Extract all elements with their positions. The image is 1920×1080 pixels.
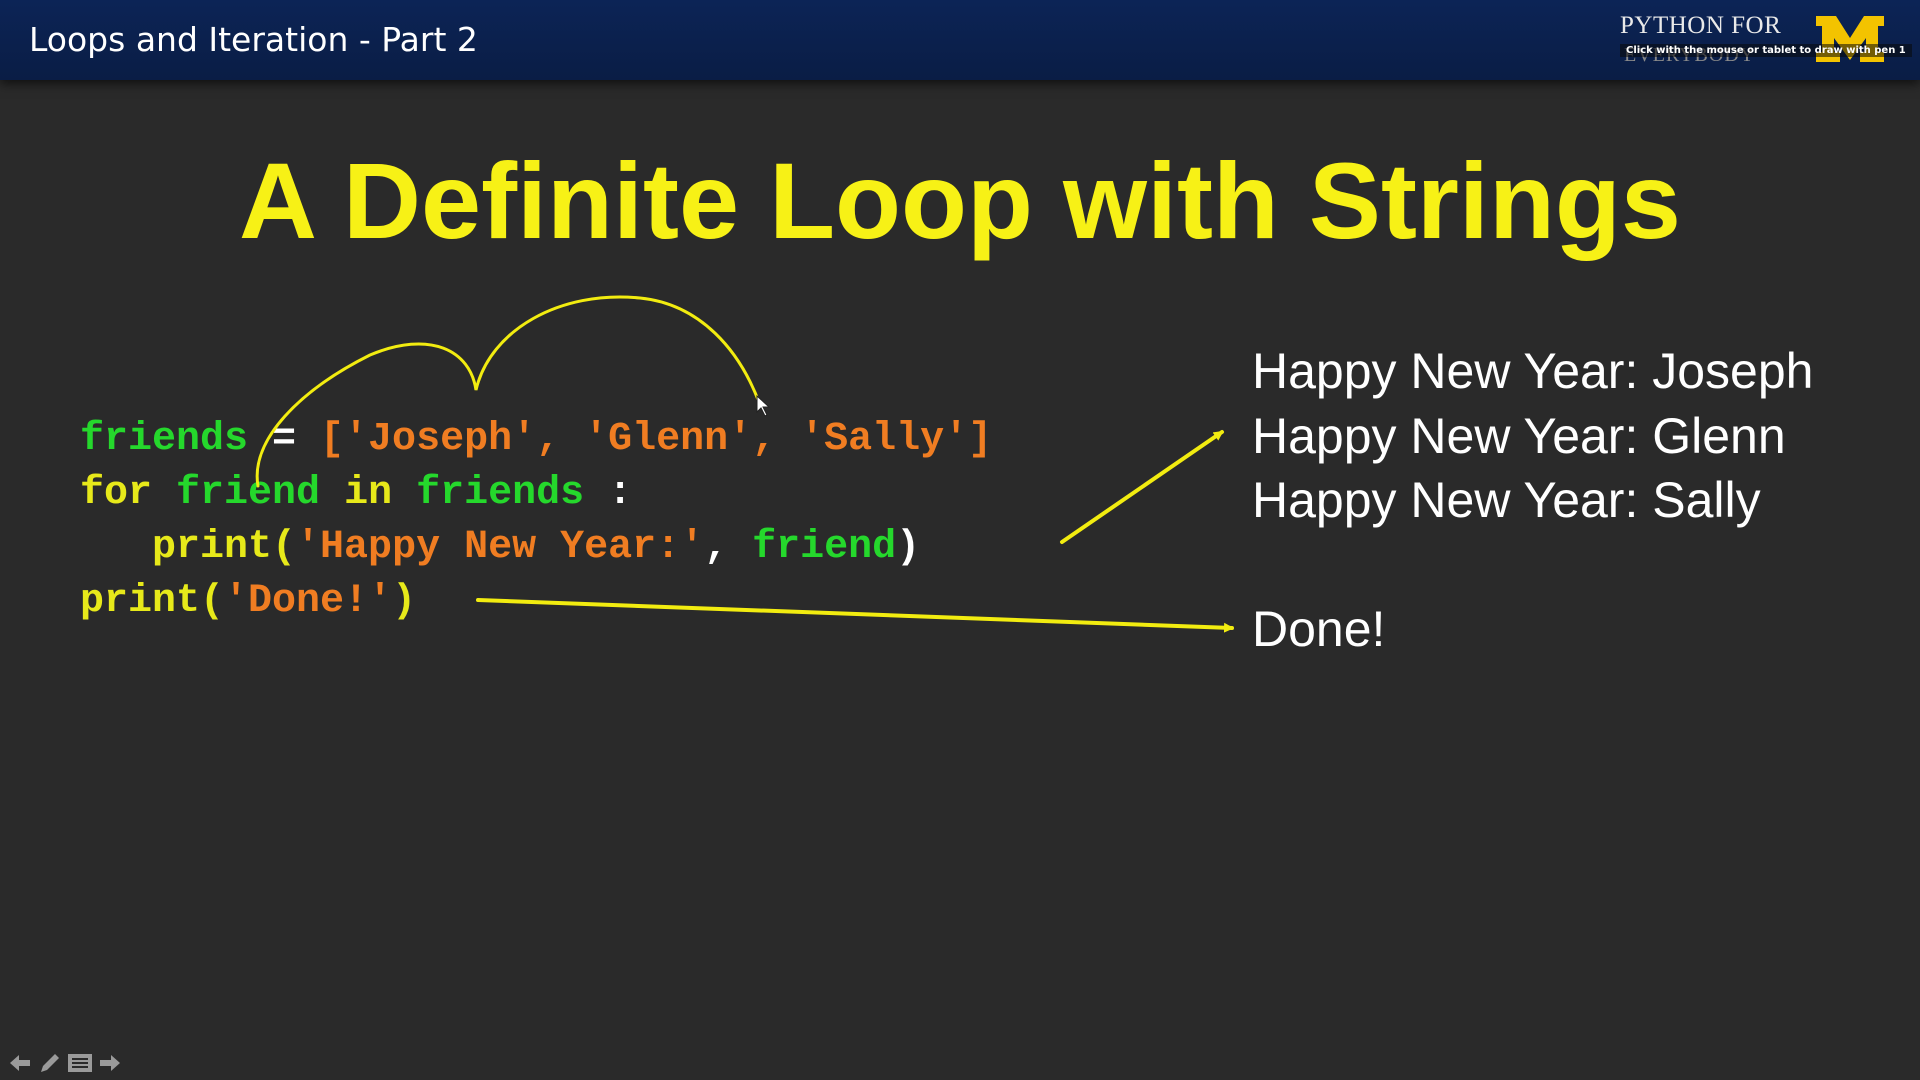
code-token: ) [392, 579, 417, 624]
output-line: Happy New Year: Joseph [1252, 343, 1814, 399]
code-token: friend [176, 471, 321, 516]
slide-navigation [6, 1050, 124, 1076]
brand-block: PYTHON FOR EVERYBODY [1618, 10, 1888, 70]
brand-text: PYTHON FOR [1620, 12, 1782, 39]
code-token: friends [416, 471, 585, 516]
code-token: friend [752, 525, 897, 570]
code-token: , [704, 525, 753, 570]
arrow-left-icon[interactable] [6, 1050, 34, 1076]
code-line-2: for friend in friends : [80, 474, 632, 514]
code-token: for [80, 471, 153, 516]
output-line: Happy New Year: Glenn [1252, 408, 1786, 464]
annotation-done-arrow [476, 598, 1234, 633]
michigan-m-logo [1816, 16, 1884, 62]
menu-icon[interactable] [66, 1050, 94, 1076]
code-token: : [584, 471, 633, 516]
pen-icon[interactable] [36, 1050, 64, 1076]
code-token: 'Happy New Year:' [296, 525, 705, 570]
code-line-4: print('Done!') [80, 582, 416, 622]
code-token: in [344, 471, 393, 516]
annotation-output-arrow [1060, 430, 1224, 544]
arrow-right-icon[interactable] [96, 1050, 124, 1076]
lecture-title: Loops and Iteration - Part 2 [29, 20, 478, 59]
code-token: print( [152, 525, 297, 570]
code-line-1: friends = ['Joseph', 'Glenn', 'Sally'] [80, 420, 992, 460]
code-token: ['Joseph', 'Glenn', 'Sally'] [320, 417, 993, 462]
code-token: 'Done!' [224, 579, 393, 624]
header-bar: Loops and Iteration - Part 2 PYTHON FOR … [0, 0, 1920, 80]
slide-title: A Definite Loop with Strings [239, 140, 1681, 261]
code-token: print( [80, 579, 225, 624]
output-line: Happy New Year: Sally [1252, 472, 1761, 528]
code-token: friends [80, 417, 249, 462]
pen-hint-tooltip: Click with the mouse or tablet to draw w… [1620, 44, 1912, 57]
code-token: ) [896, 525, 921, 570]
output-done: Done! [1252, 601, 1386, 657]
mouse-cursor-icon [756, 394, 771, 417]
code-token: = [248, 417, 321, 462]
code-line-3: print('Happy New Year:', friend) [80, 528, 920, 568]
